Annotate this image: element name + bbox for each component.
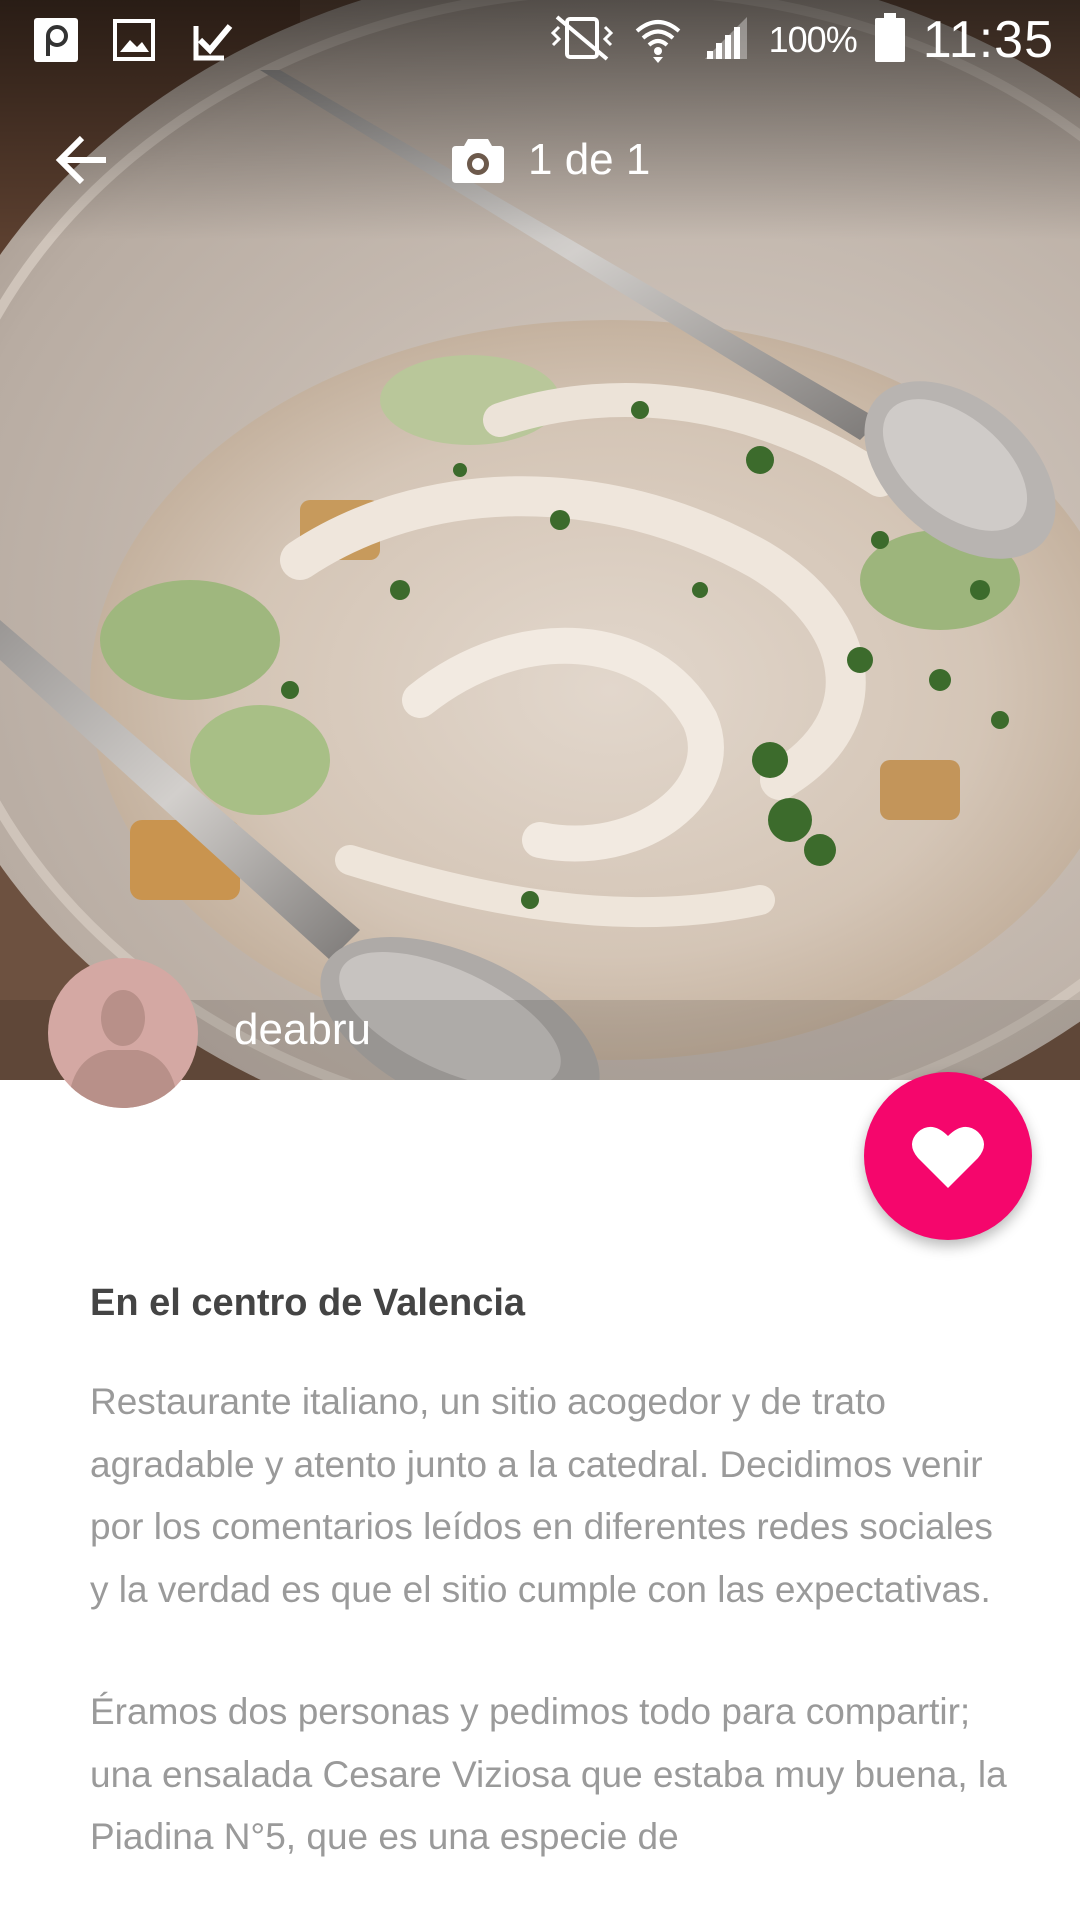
arrow-back-icon <box>55 135 106 185</box>
heart-icon <box>912 1126 984 1188</box>
review-paragraph: Éramos dos personas y pedimos todo para … <box>90 1691 1007 1857</box>
review-title: En el centro de Valencia <box>90 1282 526 1324</box>
back-button[interactable] <box>40 118 124 202</box>
gallery-icon <box>108 14 160 66</box>
tasks-check-icon <box>186 14 238 66</box>
review-content: En el centro de Valencia Restaurante ita… <box>90 1275 1010 1920</box>
author-username[interactable]: deabru <box>234 1005 371 1055</box>
person-silhouette-icon <box>68 990 178 1108</box>
status-bar: 100% 11:35 <box>0 0 1080 80</box>
photo-counter-text: 1 de 1 <box>528 135 651 184</box>
app-bar: 1 de 1 <box>0 100 1080 220</box>
review-paragraph: Restaurante italiano, un sitio acogedor … <box>90 1381 993 1610</box>
photo-counter: 1 de 1 <box>452 128 650 192</box>
battery-percent: 100% <box>768 19 858 60</box>
vibrate-silent-icon <box>549 13 615 68</box>
clock: 11:35 <box>922 11 1054 69</box>
camera-icon <box>452 139 504 183</box>
wifi-icon <box>633 13 683 68</box>
like-button[interactable] <box>864 1072 1032 1240</box>
battery-icon <box>874 12 905 68</box>
author-avatar[interactable] <box>48 958 198 1108</box>
parking-app-icon <box>30 14 82 66</box>
review-detail-screen: 100% 11:35 1 de 1 deabru En el centro de… <box>0 0 1080 1920</box>
signal-icon <box>701 13 751 68</box>
